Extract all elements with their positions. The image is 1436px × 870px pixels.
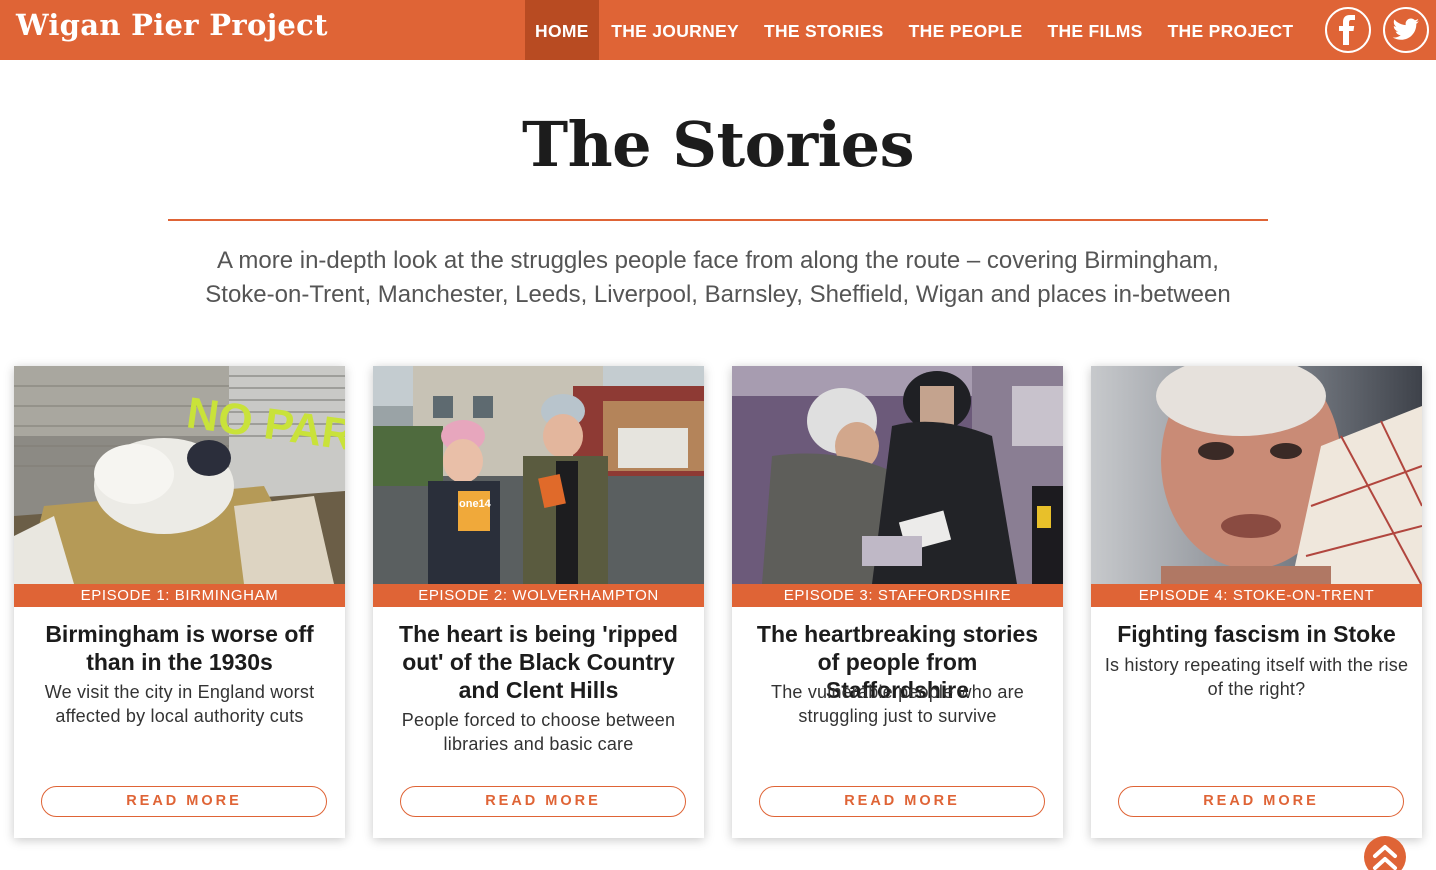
episode-label: EPISODE 1: BIRMINGHAM [14,584,345,607]
nav-the-stories[interactable]: THE STORIES [751,0,896,60]
story-description: People forced to choose between librarie… [401,710,676,754]
intro-line-2: Stoke-on-Trent, Manchester, Leeds, Liver… [205,281,1231,308]
back-to-top-button[interactable] [1364,836,1406,870]
nav-the-journey[interactable]: THE JOURNEY [599,0,752,60]
story-title[interactable]: Birmingham is worse off than in the 1930… [26,620,333,676]
top-navigation-bar: Wigan Pier Project HOME THE JOURNEY THE … [0,0,1436,60]
magazine-cover-text: one14 [459,498,492,510]
nav-the-people[interactable]: THE PEOPLE [896,0,1035,60]
read-more-button[interactable]: READ MORE [400,786,686,817]
read-more-button[interactable]: READ MORE [41,786,327,817]
nav-the-films[interactable]: THE FILMS [1035,0,1155,60]
story-photo-birmingham[interactable]: NO PAR [14,366,345,584]
story-description: The vulnerable people who are struggling… [771,682,1024,726]
title-divider [168,219,1268,221]
story-description: Is history repeating itself with the ris… [1104,655,1409,699]
story-photo-stoke[interactable] [1091,366,1422,584]
story-card-4[interactable]: EPISODE 4: STOKE-ON-TRENT Fighting fasci… [1091,366,1422,838]
read-more-button[interactable]: READ MORE [1118,786,1404,817]
story-photo-staffordshire[interactable] [732,366,1063,584]
story-card-2[interactable]: one14 EPISODE 2: WOLVERHAMPTON The heart… [373,366,704,838]
facebook-icon[interactable] [1325,7,1371,53]
intro-line-1: A more in-depth look at the struggles pe… [217,247,1219,274]
page-title: The Stories [521,108,915,181]
intro-text: A more in-depth look at the struggles pe… [168,244,1268,312]
story-photo-wolverhampton[interactable]: one14 [373,366,704,584]
nav-the-project[interactable]: THE PROJECT [1155,0,1306,60]
story-card-3[interactable]: EPISODE 3: STAFFORDSHIRE The heartbreaki… [732,366,1063,838]
episode-label: EPISODE 4: STOKE-ON-TRENT [1091,584,1422,607]
episode-label: EPISODE 2: WOLVERHAMPTON [373,584,704,607]
story-card-1[interactable]: NO PAR EPISODE 1: BIRMINGHAM Birmingham … [14,366,345,838]
twitter-icon[interactable] [1383,7,1429,53]
nav-home[interactable]: HOME [525,0,599,60]
read-more-button[interactable]: READ MORE [759,786,1045,817]
site-title[interactable]: Wigan Pier Project [16,8,328,42]
double-chevron-up-icon [1373,845,1397,870]
story-title[interactable]: Fighting fascism in Stoke [1103,620,1410,648]
story-description: We visit the city in England worst affec… [44,682,315,726]
story-title[interactable]: The heart is being 'ripped out' of the B… [385,620,692,704]
episode-label: EPISODE 3: STAFFORDSHIRE [732,584,1063,607]
main-nav: HOME THE JOURNEY THE STORIES THE PEOPLE … [525,0,1306,60]
